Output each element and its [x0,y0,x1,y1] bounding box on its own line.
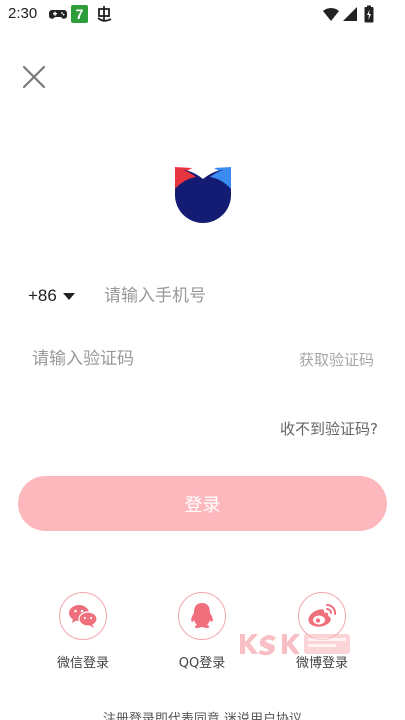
watermark-logo [240,634,350,656]
no-code-link[interactable]: 收不到验证码? [280,418,378,439]
agreement-text[interactable]: 注册登录即代表同意 迷说用户协议 [0,708,405,720]
country-code-selector[interactable]: +86 [28,284,75,308]
wechat-login-label: 微信登录 [56,656,109,671]
qq-login-label: QQ登录 [178,656,226,671]
phone-input[interactable] [104,283,374,309]
wechat-icon-circle [59,592,107,640]
app-logo-icon [175,167,231,223]
caret-down-icon [62,292,75,300]
signal-icon [343,7,357,21]
app-7-icon: 7 [71,5,88,23]
qq-icon [191,603,213,628]
gamepad-icon [49,10,67,19]
app-badge-text: 7 [75,6,84,22]
weibo-icon [308,603,337,627]
country-code-label: +86 [28,286,57,305]
wechat-icon [69,605,98,628]
qq-icon-circle [178,592,226,640]
app-bug-icon [97,6,112,22]
verification-code-input[interactable] [32,346,262,372]
status-bar: 2:30 7 [0,0,405,28]
get-code-button[interactable]: 获取验证码 [299,349,374,370]
status-time: 2:30 [8,5,38,22]
battery-icon [364,5,374,23]
login-button[interactable]: 登录 [18,476,387,531]
wifi-icon [323,7,339,21]
qq-login-button[interactable]: QQ登录 [152,592,252,671]
close-icon [22,65,46,89]
close-button[interactable] [20,63,48,91]
wechat-login-button[interactable]: 微信登录 [33,592,133,671]
